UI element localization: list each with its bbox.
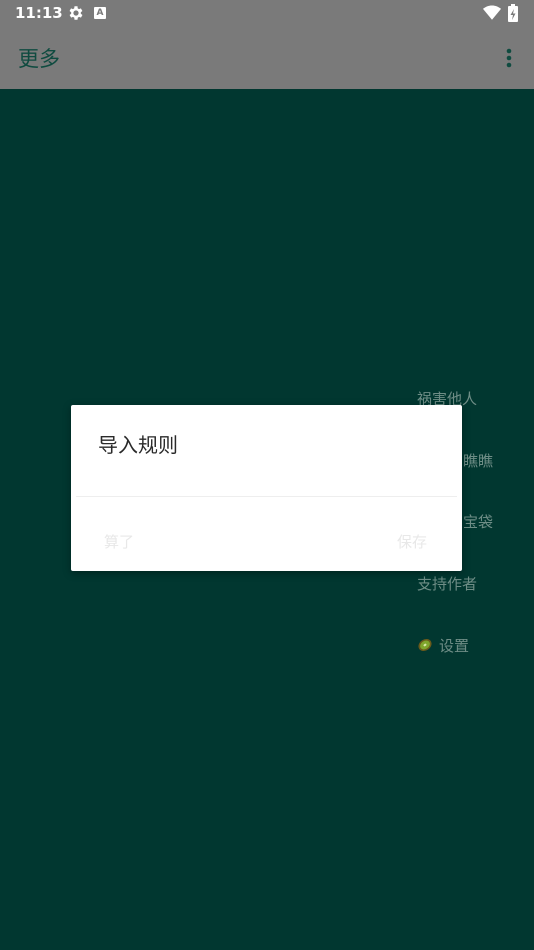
menu-item-label: 宝袋 xyxy=(463,513,494,531)
save-button[interactable]: 保存 xyxy=(397,531,427,552)
menu-item-label: 设置 xyxy=(439,637,470,655)
cancel-button[interactable]: 算了 xyxy=(104,531,134,552)
settings-gear-icon xyxy=(69,6,83,20)
battery-charging-icon xyxy=(508,4,518,22)
menu-item-support-author[interactable]: 支持作者 xyxy=(417,573,477,594)
dialog-divider xyxy=(76,496,457,497)
menu-item-look[interactable]: 瞧瞧 xyxy=(463,450,493,471)
page-title: 更多 xyxy=(18,47,60,71)
kiwi-icon xyxy=(418,638,432,652)
app-bar: 更多 xyxy=(0,28,534,89)
status-bar: 11:13 A xyxy=(0,0,534,28)
import-rules-dialog: 导入规则 算了 保存 xyxy=(71,405,462,571)
a-notification-icon: A xyxy=(94,7,106,19)
more-vert-icon[interactable] xyxy=(500,48,518,70)
menu-item-settings[interactable]: 设置 xyxy=(417,635,469,656)
wifi-icon xyxy=(483,5,501,20)
status-time: 11:13 xyxy=(15,4,63,22)
menu-item-treasure-bag[interactable]: 宝袋 xyxy=(463,511,493,532)
menu-item-label: 支持作者 xyxy=(417,575,478,593)
menu-item-label: 瞧瞧 xyxy=(463,452,494,470)
dialog-title: 导入规则 xyxy=(98,433,178,457)
